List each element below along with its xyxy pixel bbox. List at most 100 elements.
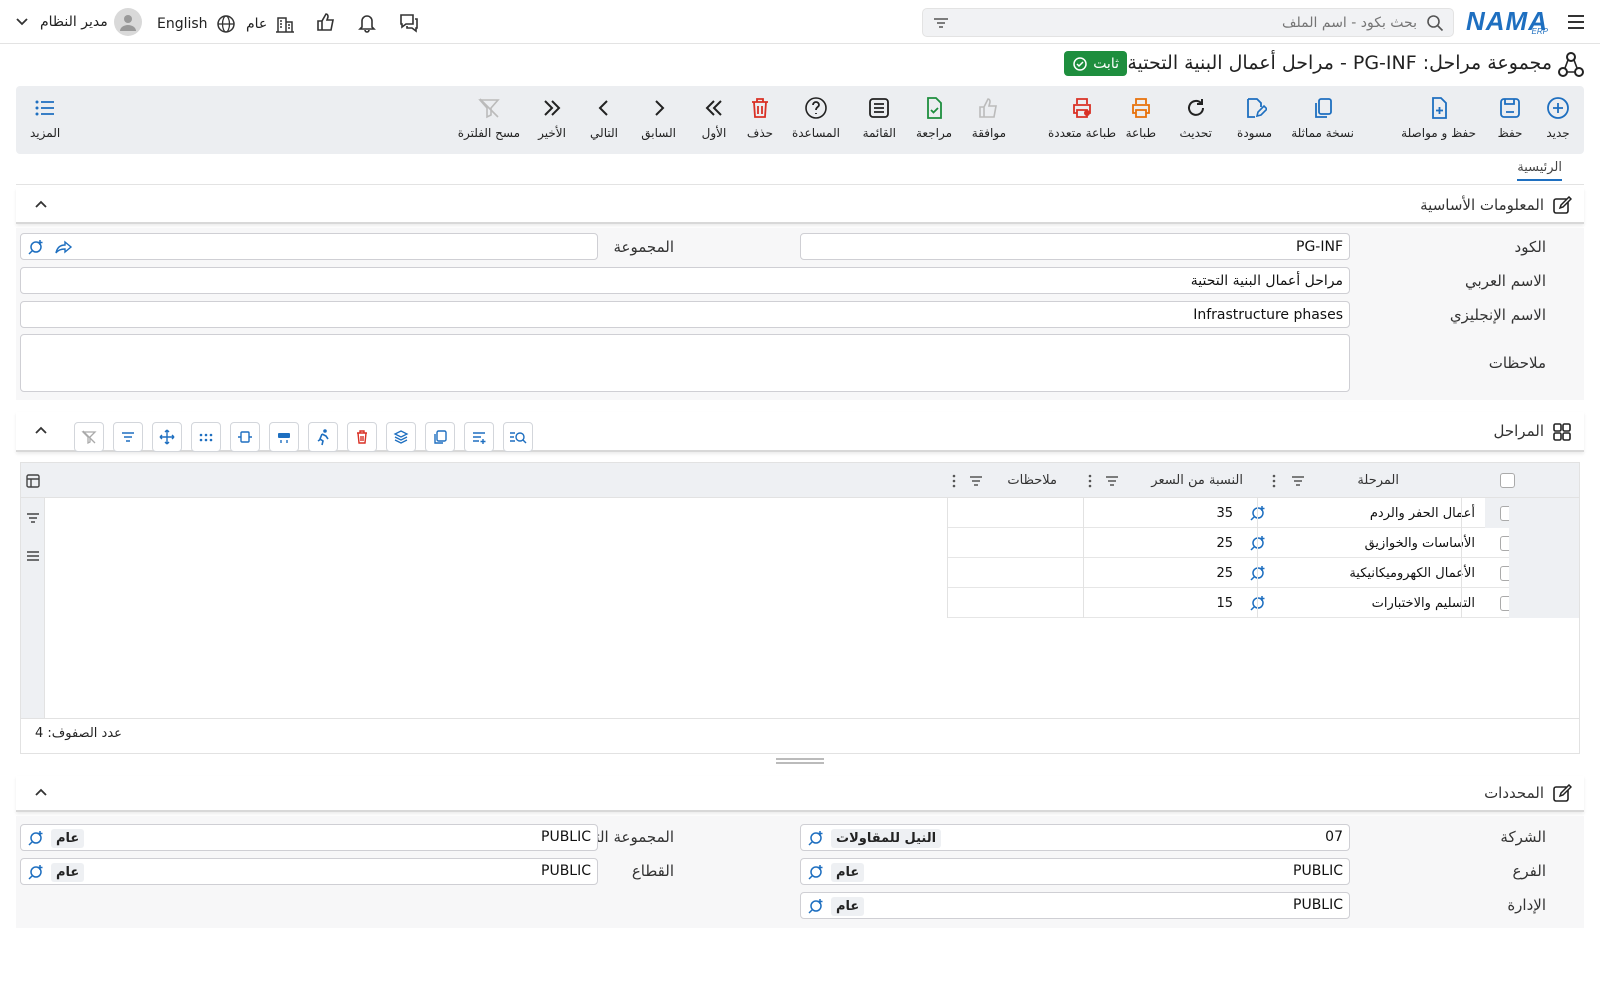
lookup-search-icon[interactable] (807, 863, 825, 881)
copy-icon (1309, 94, 1337, 122)
table-row[interactable]: 1 أعمال الحفر والردم 35 (947, 498, 1579, 528)
brand-logo[interactable]: NAMA ERP (1466, 6, 1548, 36)
code-field[interactable]: PG-INF (800, 233, 1350, 260)
multi-print-button[interactable]: طباعة متعددة (1048, 94, 1116, 140)
more-button[interactable]: المزيد (30, 94, 60, 140)
help-button[interactable]: المساعدة (792, 94, 840, 140)
review-button[interactable]: مراجعة (916, 94, 952, 140)
phase-name[interactable]: الأعمال الكهروميكانيكية (1349, 558, 1475, 588)
english-name-field[interactable]: Infrastructure phases (20, 301, 1350, 328)
save-continue-button[interactable]: حفظ و مواصلة (1401, 94, 1476, 140)
chevron-up-icon[interactable] (32, 422, 50, 440)
analytic-group-field[interactable]: PUBLIC عام (20, 824, 598, 851)
lookup-search-icon[interactable] (1249, 558, 1267, 588)
delete-row-button[interactable] (347, 422, 377, 452)
duplicate-button[interactable]: نسخة مماثلة (1291, 94, 1354, 140)
lookup-search-icon[interactable] (1249, 498, 1267, 528)
copy-rows-button[interactable] (425, 422, 455, 452)
table-row[interactable]: 2 الأساسات والخوازيق 25 (947, 528, 1579, 558)
column-phase[interactable]: المرحلة (1357, 463, 1399, 498)
column-price-ratio[interactable]: النسبة من السعر (1151, 463, 1243, 498)
column-ratio-menu-icon[interactable] (1087, 463, 1093, 498)
basic-info-header[interactable]: المعلومات الأساسية (16, 188, 1584, 224)
clear-filter-grid-button[interactable] (74, 422, 104, 452)
column-notes[interactable]: ملاحظات (1007, 463, 1057, 498)
new-button[interactable]: جديد (1544, 94, 1572, 140)
side-menu-icon[interactable] (25, 548, 41, 564)
chevron-up-icon[interactable] (32, 196, 50, 214)
lookup-search-icon[interactable] (807, 897, 825, 915)
clear-filter-button[interactable]: مسح الفلترة (458, 94, 520, 140)
filter-icon[interactable] (929, 11, 953, 35)
column-notes-filter-icon[interactable] (969, 463, 983, 498)
side-filter-icon[interactable] (25, 510, 41, 526)
lookup-search-icon[interactable] (27, 238, 45, 256)
dimensions-header[interactable]: المحددات (16, 776, 1584, 812)
dots-grid-button[interactable] (191, 422, 221, 452)
resize-handle[interactable] (776, 758, 824, 764)
price-ratio[interactable]: 25 (1216, 558, 1233, 588)
group-field[interactable] (20, 233, 598, 260)
layers-button[interactable] (386, 422, 416, 452)
draft-button[interactable]: مسودة (1237, 94, 1272, 140)
search-icon[interactable] (1423, 11, 1447, 35)
move-grid-button[interactable] (152, 422, 182, 452)
lookup-search-icon[interactable] (1249, 588, 1267, 618)
previous-button[interactable]: السابق (641, 94, 676, 140)
runner-button[interactable] (308, 422, 338, 452)
column-ratio-filter-icon[interactable] (1105, 463, 1119, 498)
phase-name[interactable]: أعمال الحفر والردم (1370, 498, 1475, 528)
search-rows-button[interactable] (503, 422, 533, 452)
refresh-button[interactable]: تحديث (1179, 94, 1212, 140)
lookup-search-icon[interactable] (1249, 528, 1267, 558)
last-button[interactable]: الأخير (538, 94, 566, 140)
file-plus-icon (1425, 94, 1453, 122)
print-button[interactable]: طباعة (1126, 94, 1156, 140)
lookup-search-icon[interactable] (807, 829, 825, 847)
add-lines-button[interactable] (464, 422, 494, 452)
column-notes-menu-icon[interactable] (951, 463, 957, 498)
company-field[interactable]: 07 النيل للمقاولات (800, 824, 1350, 851)
search-input[interactable] (977, 13, 1417, 33)
phases-header[interactable]: المراحل (16, 412, 1584, 452)
language-switch[interactable]: English (157, 12, 238, 36)
lookup-search-icon[interactable] (27, 863, 45, 881)
table-row[interactable]: 3 الأعمال الكهروميكانيكية 25 (947, 558, 1579, 588)
department-field[interactable]: PUBLIC عام (800, 892, 1350, 919)
resize-grid-button[interactable] (230, 422, 260, 452)
save-button[interactable]: حفظ (1496, 94, 1524, 140)
bell-icon[interactable] (355, 10, 379, 34)
share-icon[interactable] (55, 238, 73, 256)
price-ratio[interactable]: 15 (1216, 588, 1233, 618)
tab-main[interactable]: الرئيسية (1517, 160, 1562, 181)
insert-row-button[interactable] (269, 422, 299, 452)
save-label: حفظ (1497, 126, 1523, 140)
chevron-up-icon[interactable] (32, 784, 50, 802)
column-phase-menu-icon[interactable] (1271, 463, 1277, 498)
table-row[interactable]: 4 التسليم والاختبارات 15 (947, 588, 1579, 618)
select-all-checkbox[interactable] (1500, 463, 1515, 498)
phase-name[interactable]: الأساسات والخوازيق (1365, 528, 1475, 558)
approve-button[interactable]: موافقة (972, 94, 1006, 140)
filter-grid-button[interactable] (113, 422, 143, 452)
list-button[interactable]: القائمة (863, 94, 896, 140)
branch-field[interactable]: PUBLIC عام (800, 858, 1350, 885)
first-button[interactable]: الأول (700, 94, 728, 140)
notes-textarea[interactable] (20, 334, 1350, 392)
delete-button[interactable]: حذف (746, 94, 774, 140)
column-phase-filter-icon[interactable] (1291, 463, 1305, 498)
user-menu[interactable]: مدير النظام (10, 8, 142, 36)
price-ratio[interactable]: 35 (1216, 498, 1233, 528)
lookup-search-icon[interactable] (27, 829, 45, 847)
next-button[interactable]: التالي (590, 94, 618, 140)
scope-selector[interactable]: عام (246, 12, 297, 36)
arabic-name-field[interactable]: مراحل أعمال البنية التحتية (20, 267, 1350, 294)
sector-field[interactable]: PUBLIC عام (20, 858, 598, 885)
price-ratio[interactable]: 25 (1216, 528, 1233, 558)
new-label: جديد (1546, 126, 1570, 140)
chat-icon[interactable] (397, 10, 421, 34)
table-settings-icon[interactable] (25, 463, 41, 498)
hamburger-icon[interactable] (1564, 10, 1588, 34)
phase-name[interactable]: التسليم والاختبارات (1372, 588, 1475, 618)
thumb-up-icon[interactable] (314, 10, 338, 34)
